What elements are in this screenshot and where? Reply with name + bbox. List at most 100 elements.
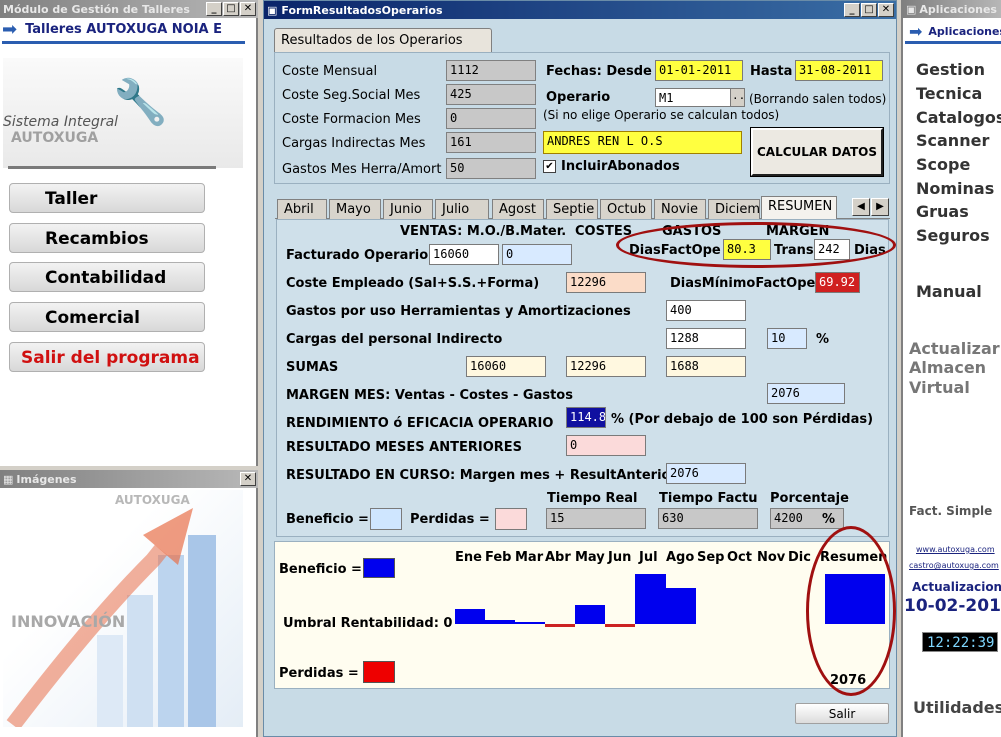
suma-gastos-field[interactable]: 1688 xyxy=(666,356,746,377)
cargas-pct-field[interactable]: 10 xyxy=(767,328,807,349)
porcentaje-label: Porcentaje xyxy=(770,491,849,506)
chart-month-dic: Dic xyxy=(788,550,811,565)
menu-actualizar[interactable]: Actualizar xyxy=(909,339,1000,358)
section-tab[interactable]: Resultados de los Operarios xyxy=(274,28,492,53)
incluir-checkbox[interactable]: ✔ xyxy=(543,160,556,173)
chart-bar-jun xyxy=(605,624,635,627)
close-button[interactable]: ✕ xyxy=(878,3,894,17)
chart-bar-ene xyxy=(455,609,485,624)
images-titlebar[interactable]: ▦ Imágenes ✕ xyxy=(0,470,258,488)
facturado-mo-field[interactable]: 16060 xyxy=(429,244,499,265)
rendimiento-field[interactable]: 114.8 xyxy=(566,407,606,428)
maximize-button[interactable]: □ xyxy=(223,2,239,16)
close-button[interactable]: ✕ xyxy=(240,472,256,486)
right-titlebar[interactable]: ▣ Aplicaciones xyxy=(903,0,1001,18)
close-button[interactable]: ✕ xyxy=(240,2,256,16)
tab-diciem[interactable]: Diciem xyxy=(708,199,760,219)
tab-mayo[interactable]: Mayo xyxy=(329,199,381,219)
menu-catalogos[interactable]: Catalogos xyxy=(916,108,1001,127)
gastos-herra-field[interactable]: 50 xyxy=(446,158,536,179)
chart-month-sep: Sep xyxy=(697,550,725,565)
menu-taller[interactable]: Taller xyxy=(9,183,205,213)
tiempo-factu-field[interactable]: 630 xyxy=(658,508,758,529)
menu-seguros[interactable]: Seguros xyxy=(916,226,990,245)
chart-bar-feb xyxy=(485,620,515,624)
operario-field[interactable]: M1 xyxy=(655,88,731,107)
facturado-mat-field[interactable]: 0 xyxy=(502,244,572,265)
salir-button[interactable]: Salir xyxy=(795,703,889,724)
menu-recambios[interactable]: Recambios xyxy=(9,223,205,253)
tab-abril[interactable]: Abril xyxy=(277,199,327,219)
menu-contabilidad[interactable]: Contabilidad xyxy=(9,262,205,292)
tab-octub[interactable]: Octub xyxy=(600,199,652,219)
chart-panel: Beneficio = Umbral Rentabilidad: 0 Perdi… xyxy=(274,541,890,689)
left-window-titlebar[interactable]: Módulo de Gestión de Talleres _ □ ✕ xyxy=(0,0,258,18)
logo-line2: AUTOXUGA xyxy=(11,130,99,146)
coste-ss-field[interactable]: 425 xyxy=(446,84,536,105)
fact-simple-link[interactable]: Fact. Simple xyxy=(909,504,992,518)
coste-mensual-field[interactable]: 1112 xyxy=(446,60,536,81)
innovation-image: AUTOXUGA INNOVACIÓN xyxy=(3,490,243,727)
beneficio-swatch xyxy=(370,508,402,530)
arrow-right-icon: ➡ xyxy=(909,22,923,41)
suma-costes-field[interactable]: 12296 xyxy=(566,356,646,377)
chart-beneficio-swatch xyxy=(363,558,395,578)
menu-scanner[interactable]: Scanner xyxy=(916,131,989,150)
menu-tecnica[interactable]: Tecnica xyxy=(916,84,982,103)
chart-month-may: May xyxy=(575,550,605,565)
fecha-hasta-field[interactable]: 31-08-2011 xyxy=(795,60,883,81)
operario-name-field: ANDRES REN L O.S xyxy=(543,131,742,154)
main-titlebar[interactable]: ▣ FormResultadosOperarios _ □ ✕ xyxy=(264,1,896,19)
chart-month-ago: Ago xyxy=(666,550,695,565)
menu-almacen[interactable]: Almacen xyxy=(909,358,986,377)
tab-junio[interactable]: Junio xyxy=(383,199,433,219)
menu-gruas[interactable]: Gruas xyxy=(916,202,969,221)
menu-virtual[interactable]: Virtual xyxy=(909,378,970,397)
website-link[interactable]: www.autoxuga.com xyxy=(916,545,995,554)
grid-icon: ▦ xyxy=(3,472,14,486)
menu-salir[interactable]: Salir del programa xyxy=(9,342,205,372)
form-icon: ▣ xyxy=(906,2,917,16)
gastos-herramientas-field[interactable]: 400 xyxy=(666,300,746,321)
dias-minimo-field[interactable]: 69.92 xyxy=(815,272,860,293)
cargas-personal-field[interactable]: 1288 xyxy=(666,328,746,349)
tab-prev-button[interactable]: ◀ xyxy=(852,198,870,216)
resultado-anteriores-field[interactable]: 0 xyxy=(566,435,646,456)
right-header: ➡ Aplicaciones xyxy=(909,22,1001,41)
menu-comercial[interactable]: Comercial xyxy=(9,302,205,332)
resultado-curso-field[interactable]: 2076 xyxy=(666,463,746,484)
operario-lookup-button[interactable]: ... xyxy=(730,88,745,107)
tab-novie[interactable]: Novie xyxy=(654,199,706,219)
chart-month-abr: Abr xyxy=(545,550,571,565)
menu-scope[interactable]: Scope xyxy=(916,155,970,174)
chart-month-mar: Mar xyxy=(515,550,544,565)
fecha-desde-field[interactable]: 01-01-2011 xyxy=(655,60,743,81)
tab-resumen[interactable]: RESUMEN xyxy=(761,196,837,219)
utilidades-link[interactable]: Utilidades xyxy=(913,698,1001,717)
coste-formacion-field[interactable]: 0 xyxy=(446,108,536,129)
margen-mes-field[interactable]: 2076 xyxy=(767,383,845,404)
tab-septie[interactable]: Septie xyxy=(546,199,598,219)
coste-mensual-label: Coste Mensual xyxy=(282,64,378,79)
menu-gestion[interactable]: Gestion xyxy=(916,60,985,79)
menu-nominas[interactable]: Nominas xyxy=(916,179,994,198)
tab-julio[interactable]: Julio xyxy=(435,199,489,219)
calcular-button[interactable]: CALCULAR DATOS xyxy=(750,127,884,177)
coste-empleado-field[interactable]: 12296 xyxy=(566,272,646,293)
maximize-button[interactable]: □ xyxy=(861,3,877,17)
cargas-personal-label: Cargas del personal Indirecto xyxy=(286,332,503,347)
tiempo-real-field[interactable]: 15 xyxy=(546,508,646,529)
tab-next-button[interactable]: ▶ xyxy=(871,198,889,216)
minimize-button[interactable]: _ xyxy=(206,2,222,16)
cargas-pct-sign: % xyxy=(816,332,830,347)
chart-bar-jul xyxy=(635,574,666,624)
tab-agost[interactable]: Agost xyxy=(492,199,544,219)
minimize-button[interactable]: _ xyxy=(844,3,860,17)
cargas-indirectas-field[interactable]: 161 xyxy=(446,132,536,153)
suma-ventas-field[interactable]: 16060 xyxy=(466,356,546,377)
facturado-label: Facturado Operario xyxy=(286,248,429,263)
wrench-icon: 🔧 xyxy=(113,77,168,128)
email-link[interactable]: castro@autoxuga.com xyxy=(909,561,999,570)
menu-manual[interactable]: Manual xyxy=(916,282,982,301)
actualizacion-label: Actualizacion: xyxy=(912,580,1001,594)
